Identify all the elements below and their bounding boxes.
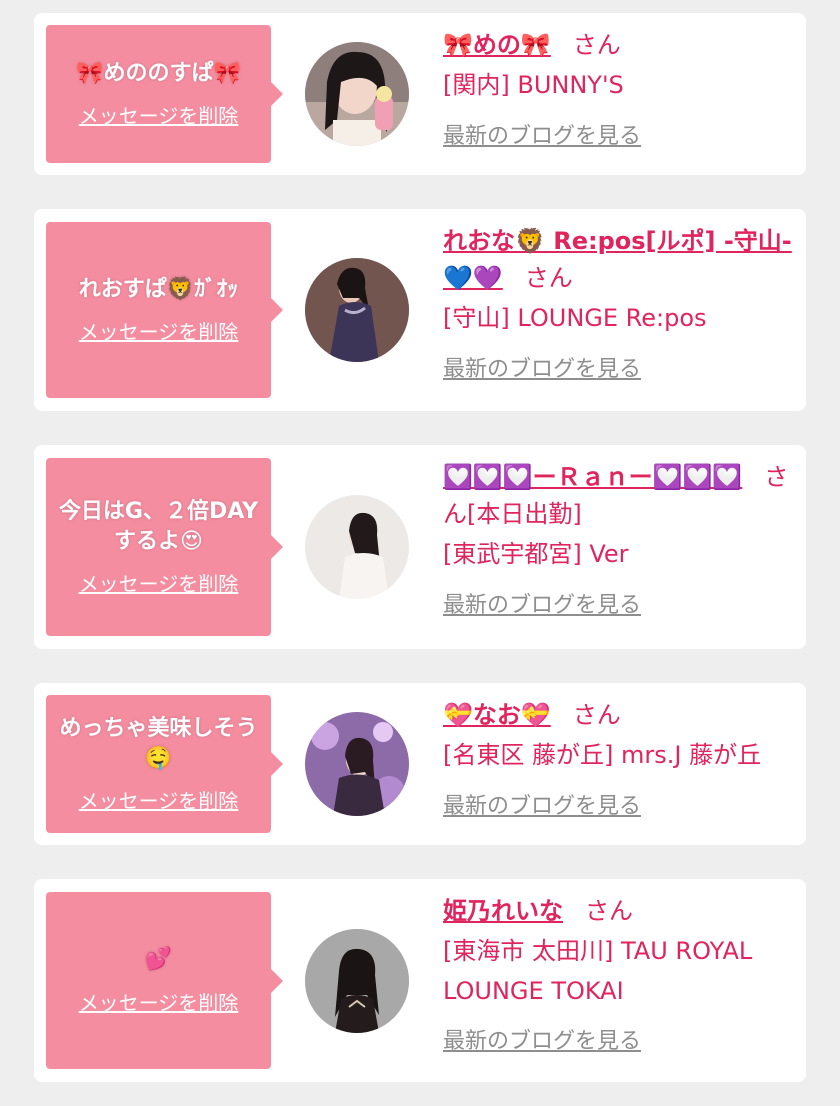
message-text: 🎀めののすぱ🎀 (76, 60, 241, 86)
work-status: [本日出勤] (467, 500, 582, 529)
avatar-photo (305, 258, 409, 362)
shop-label: [東海市 太田川] TAU ROYAL LOUNGE TOKAI (443, 937, 753, 1005)
latest-blog-link[interactable]: 最新のブログを見る (443, 1023, 641, 1055)
shop-label: [守山] LOUNGE Re:pos (443, 304, 707, 333)
honorific: さん (572, 701, 621, 729)
user-name-link[interactable]: 🎀めの🎀 (443, 31, 551, 59)
message-card: 🎀めののすぱ🎀 メッセージを削除 🎀めの🎀 さん [関内] BUNNY'S 最新の… (34, 13, 806, 175)
delete-message-link[interactable]: メッセージを削除 (79, 100, 239, 129)
avatar-photo (305, 712, 409, 816)
message-text: めっちゃ美味しそう🤤 (59, 715, 258, 771)
user-name-link[interactable]: 💝なお💝 (443, 701, 551, 729)
user-name-link[interactable]: 姫乃れいな (443, 897, 563, 925)
avatar[interactable] (305, 495, 409, 599)
honorific: さん (572, 31, 621, 59)
avatar[interactable] (305, 712, 409, 816)
user-info: れおな🦁 Re:pos[ルポ] -守山-💙💜 さん [守山] LOUNGE Re:… (443, 223, 801, 383)
name-line: 🎀めの🎀 さん (443, 27, 801, 64)
shop-label: [関内] BUNNY'S (443, 71, 624, 100)
user-name-link[interactable]: れおな🦁 Re:pos[ルポ] -守山-💙💜 (443, 227, 792, 292)
avatar-photo (305, 495, 409, 599)
latest-blog-link[interactable]: 最新のブログを見る (443, 788, 641, 820)
latest-blog-link[interactable]: 最新のブログを見る (443, 118, 641, 150)
message-card: 💕 メッセージを削除 姫乃れいな さん [東海市 太田川] TAU ROYAL L… (34, 879, 806, 1082)
name-line: 💟💟💟ーＲａｎー💟💟💟 さん[本日出勤] (443, 459, 801, 533)
message-bubble: 💕 メッセージを削除 (46, 892, 283, 1069)
avatar[interactable] (305, 42, 409, 146)
name-line: れおな🦁 Re:pos[ルポ] -守山-💙💜 さん (443, 223, 801, 297)
avatar[interactable] (305, 258, 409, 362)
message-bubble: 今日はG、２倍DAYするよ😍 メッセージを削除 (46, 458, 283, 636)
delete-message-link[interactable]: メッセージを削除 (79, 316, 239, 345)
avatar-photo (305, 929, 409, 1033)
shop-label: [東武宇都宮] Ver (443, 540, 629, 569)
message-text: れおすぱ🦁ｶﾞｵｯ (78, 276, 239, 302)
honorific: さん (585, 897, 633, 925)
avatar[interactable] (305, 929, 409, 1033)
delete-message-link[interactable]: メッセージを削除 (79, 785, 239, 814)
message-card: めっちゃ美味しそう🤤 メッセージを削除 💝なお💝 さん [名東区 藤が丘] mrs… (34, 683, 806, 845)
delete-message-link[interactable]: メッセージを削除 (79, 568, 239, 597)
message-text: 今日はG、２倍DAYするよ😍 (58, 498, 259, 554)
user-info: 💟💟💟ーＲａｎー💟💟💟 さん[本日出勤] [東武宇都宮] Ver 最新のブログを見… (443, 459, 801, 619)
message-text: 💕 (144, 947, 173, 973)
name-line: 姫乃れいな さん (443, 893, 801, 930)
message-bubble: めっちゃ美味しそう🤤 メッセージを削除 (46, 695, 283, 833)
latest-blog-link[interactable]: 最新のブログを見る (443, 351, 641, 383)
message-list: 🎀めののすぱ🎀 メッセージを削除 🎀めの🎀 さん [関内] BUNNY'S 最新の… (0, 0, 840, 1106)
message-bubble: れおすぱ🦁ｶﾞｵｯ メッセージを削除 (46, 222, 283, 398)
delete-message-link[interactable]: メッセージを削除 (79, 987, 239, 1016)
honorific: さん (524, 264, 573, 293)
shop-label: [名東区 藤が丘] mrs.J 藤が丘 (443, 741, 762, 770)
message-bubble: 🎀めののすぱ🎀 メッセージを削除 (46, 25, 283, 163)
user-info: 💝なお💝 さん [名東区 藤が丘] mrs.J 藤が丘 最新のブログを見る (443, 697, 801, 820)
latest-blog-link[interactable]: 最新のブログを見る (443, 587, 641, 619)
user-info: 姫乃れいな さん [東海市 太田川] TAU ROYAL LOUNGE TOKAI… (443, 893, 801, 1055)
avatar-photo (305, 42, 409, 146)
message-card: れおすぱ🦁ｶﾞｵｯ メッセージを削除 れおな🦁 Re:pos[ルポ] -守山-💙… (34, 209, 806, 411)
user-name-link[interactable]: 💟💟💟ーＲａｎー💟💟💟 (443, 463, 742, 491)
message-card: 今日はG、２倍DAYするよ😍 メッセージを削除 💟💟💟ーＲａｎー💟💟💟 さん[本日… (34, 445, 806, 649)
name-line: 💝なお💝 さん (443, 697, 801, 734)
user-info: 🎀めの🎀 さん [関内] BUNNY'S 最新のブログを見る (443, 27, 801, 150)
